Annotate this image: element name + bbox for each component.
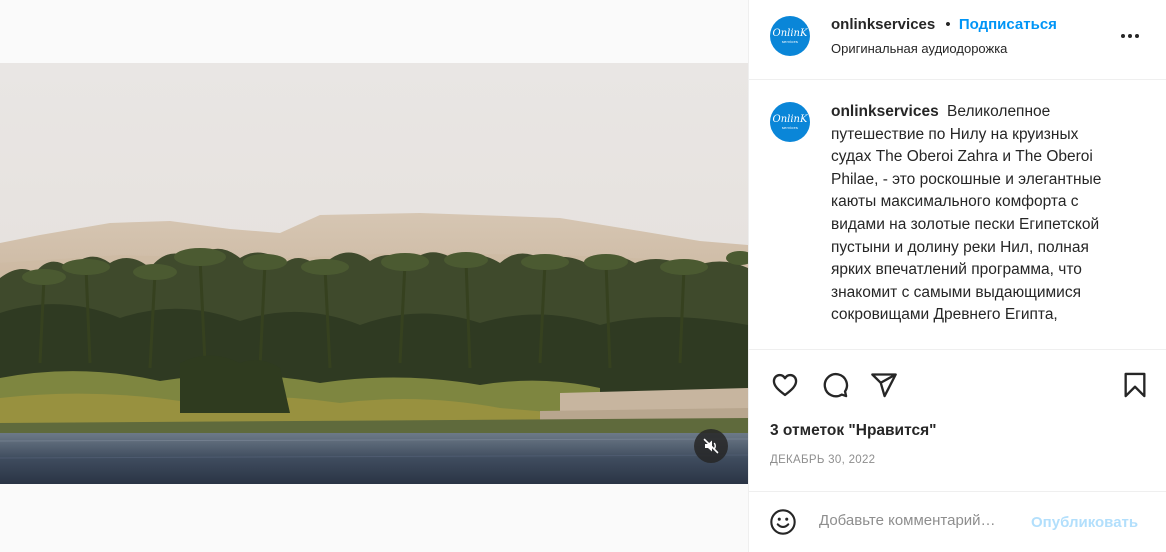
- like-button[interactable]: [769, 369, 801, 401]
- comment-icon: [823, 372, 849, 398]
- emoji-button[interactable]: [769, 508, 797, 541]
- caption-author-avatar[interactable]: OnlinK services: [770, 102, 810, 142]
- caption-body: Великолепное путешествие по Нилу на круи…: [831, 103, 1102, 324]
- media-column: [0, 0, 748, 552]
- avatar-brand-text: OnlinK: [772, 113, 808, 125]
- header-author-line: onlinkservices • Подписаться: [831, 16, 1057, 33]
- avatar-brand-text: OnlinK: [772, 27, 808, 39]
- heart-icon: [772, 373, 798, 397]
- likes-count[interactable]: 3 отметок "Нравится": [770, 422, 937, 440]
- more-dot: [1135, 34, 1139, 38]
- more-dot: [1128, 34, 1132, 38]
- add-comment-bar: Опубликовать: [749, 491, 1166, 552]
- post-actions: 3 отметок "Нравится" ДЕКАБРЬ 30, 2022: [749, 349, 1166, 475]
- avatar-sub-text: services: [781, 124, 799, 130]
- comment-input[interactable]: [819, 512, 1029, 529]
- audio-track-link[interactable]: Оригинальная аудиодорожка: [831, 41, 1007, 56]
- bookmark-icon: [1124, 372, 1146, 398]
- author-avatar[interactable]: OnlinK services: [770, 16, 810, 56]
- comment-button[interactable]: [819, 369, 851, 401]
- post-date[interactable]: ДЕКАБРЬ 30, 2022: [770, 454, 875, 466]
- follow-button[interactable]: Подписаться: [959, 16, 1057, 33]
- post-side-panel: OnlinK services onlinkservices • Подписа…: [748, 0, 1166, 552]
- author-username[interactable]: onlinkservices: [831, 16, 935, 33]
- emoji-icon: [770, 509, 796, 535]
- send-icon: [871, 373, 897, 398]
- speaker-muted-icon: [703, 438, 719, 454]
- post-header: OnlinK services onlinkservices • Подписа…: [749, 0, 1166, 80]
- post-video[interactable]: [0, 63, 748, 484]
- separator-dot: •: [945, 16, 951, 33]
- caption-section: OnlinK services onlinkservices Великолеп…: [749, 81, 1166, 349]
- share-button[interactable]: [868, 369, 900, 401]
- avatar-sub-text: services: [781, 38, 799, 44]
- mute-toggle-button[interactable]: [694, 429, 728, 463]
- post-caption: onlinkservices Великолепное путешествие …: [831, 101, 1121, 327]
- video-frame-nile-landscape: [0, 63, 748, 484]
- caption-author-username[interactable]: onlinkservices: [831, 103, 939, 120]
- more-dot: [1121, 34, 1125, 38]
- save-button[interactable]: [1119, 369, 1151, 401]
- publish-button[interactable]: Опубликовать: [1031, 514, 1138, 531]
- more-options-icon[interactable]: [1121, 32, 1145, 40]
